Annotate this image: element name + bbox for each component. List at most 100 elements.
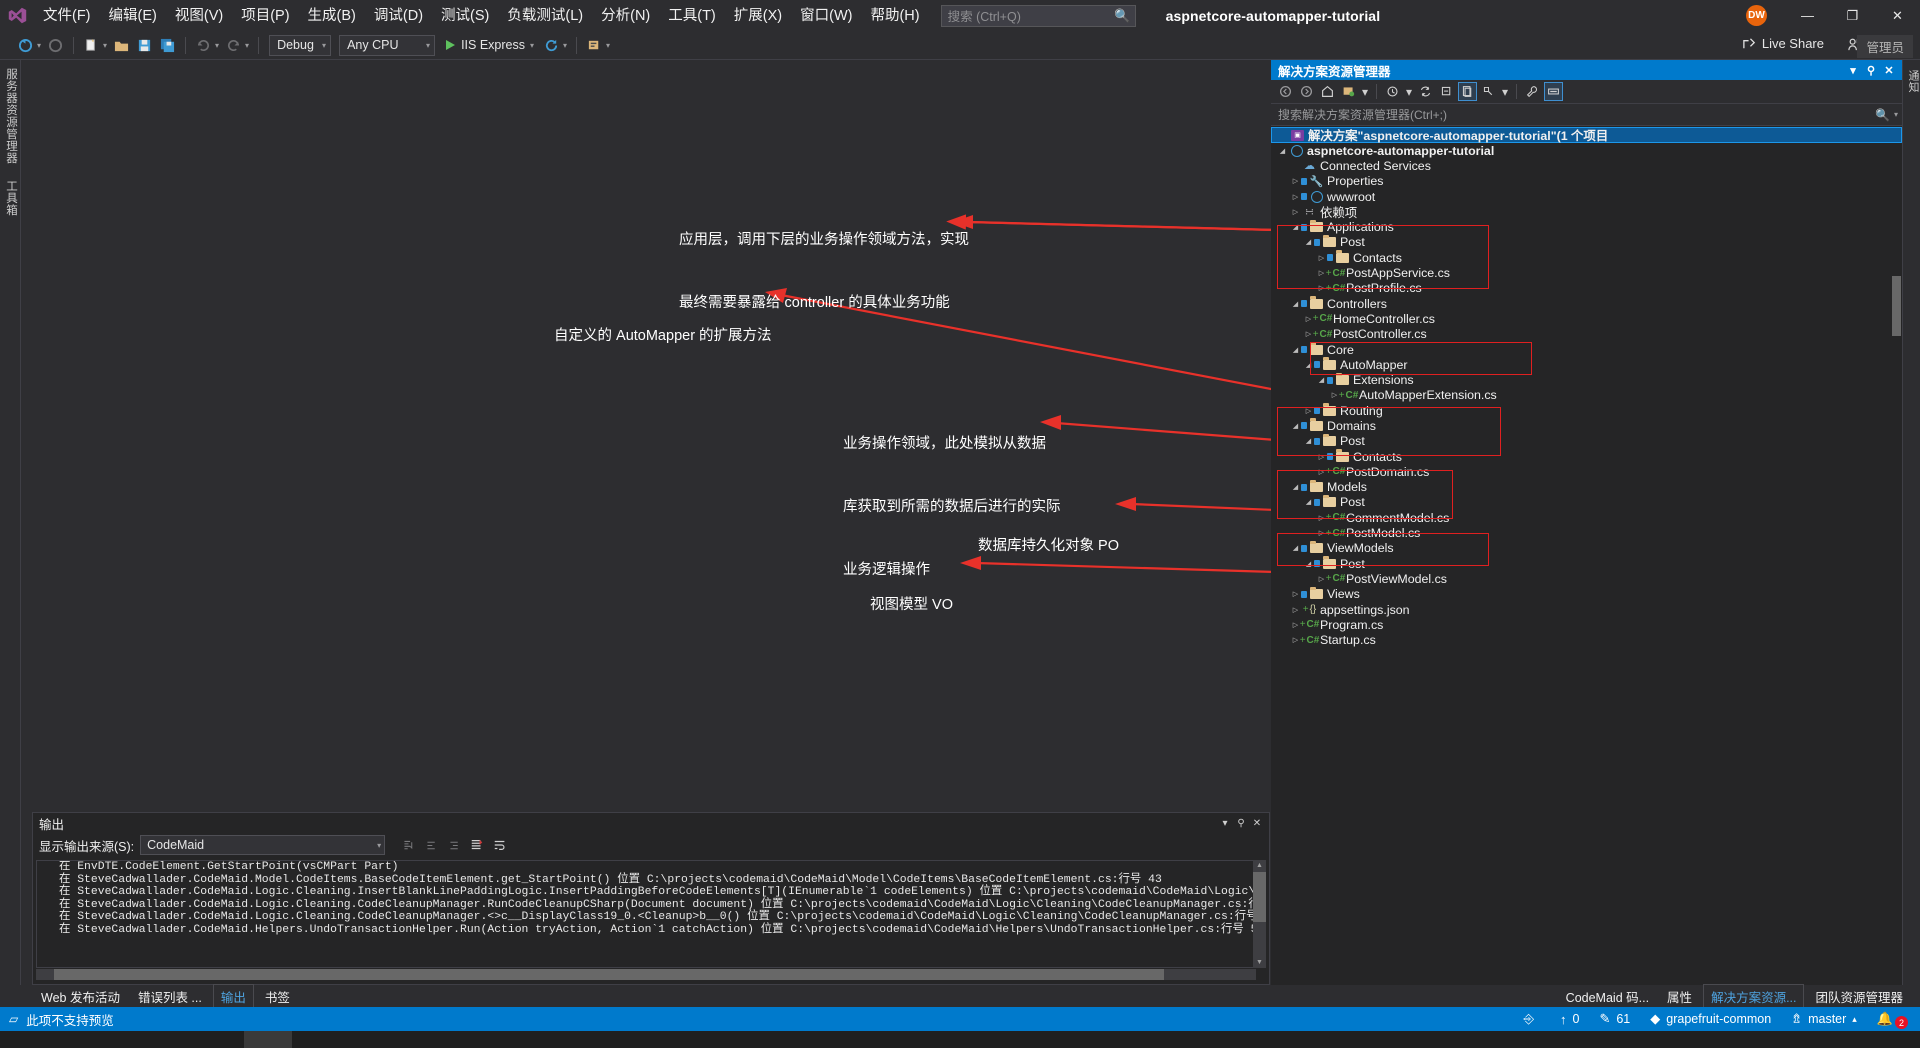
navigate-forward-icon[interactable] <box>46 36 65 55</box>
expander-expand-icon[interactable]: ▷ <box>1316 254 1327 262</box>
expander-expand-icon[interactable]: ▷ <box>1290 177 1301 185</box>
expander-expand-icon[interactable]: ▷ <box>1290 590 1301 598</box>
forward-icon[interactable] <box>1297 82 1316 101</box>
tree-item-contacts[interactable]: ▷ Contacts <box>1271 449 1902 464</box>
tree-item-models[interactable]: ◢ Models <box>1271 479 1902 495</box>
tree-item-routing[interactable]: ▷ Routing <box>1271 403 1902 418</box>
home-icon[interactable] <box>1318 82 1337 101</box>
tree-item--aspnetcore-automapper-tutorial-1-[interactable]: ▣ 解决方案"aspnetcore-automapper-tutorial"(1 … <box>1271 127 1902 143</box>
tree-item-homecontroller.cs[interactable]: ▷ + C# HomeController.cs <box>1271 311 1902 326</box>
expander-collapse-icon[interactable]: ◢ <box>1316 376 1327 384</box>
pending-changes-icon[interactable] <box>1383 82 1402 101</box>
codemaid-icon[interactable] <box>585 36 604 55</box>
menu-test[interactable]: 测试(S) <box>432 2 498 30</box>
switch-views-dropdown-icon[interactable]: ▾ <box>1360 82 1370 101</box>
output-dropdown-icon[interactable]: ▾ <box>1217 818 1233 829</box>
rail-tab-server-explorer[interactable]: 服务器资源管理器 <box>0 60 22 172</box>
output-source-select[interactable]: CodeMaid ▾ <box>140 835 386 855</box>
solution-explorer-tree[interactable]: ▣ 解决方案"aspnetcore-automapper-tutorial"(1 … <box>1271 126 1902 985</box>
output-horizontal-scrollbar[interactable] <box>36 969 1256 980</box>
preview-selected-items-icon[interactable] <box>1544 82 1563 101</box>
tree-item-postcontroller.cs[interactable]: ▷ + C# PostController.cs <box>1271 327 1902 342</box>
expander-collapse-icon[interactable]: ◢ <box>1303 560 1314 568</box>
undo-dropdown-icon[interactable]: ▾ <box>215 41 219 50</box>
redo-icon[interactable] <box>224 36 243 55</box>
tree-item-aspnetcore-automapper-tutorial[interactable]: ◢ aspnetcore-automapper-tutorial <box>1271 143 1902 158</box>
tab-error-list[interactable]: 错误列表 ... <box>131 985 209 1008</box>
save-icon[interactable] <box>135 36 154 55</box>
tree-item-postdomain.cs[interactable]: ▷ + C# PostDomain.cs <box>1271 464 1902 479</box>
tree-item-startup.cs[interactable]: ▷ + C# Startup.cs <box>1271 633 1902 648</box>
new-project-dropdown-icon[interactable]: ▾ <box>103 41 107 50</box>
rail-tab-notifications[interactable]: 通知 <box>1903 60 1920 103</box>
tree-item-wwwroot[interactable]: ▷ wwwroot <box>1271 189 1902 204</box>
expander-collapse-icon[interactable]: ◢ <box>1290 544 1301 552</box>
redo-dropdown-icon[interactable]: ▾ <box>245 41 249 50</box>
tree-item-connected-services[interactable]: ☁ Connected Services <box>1271 158 1902 173</box>
solution-configuration-select[interactable]: Debug ▾ <box>269 34 332 56</box>
menu-debug[interactable]: 调试(D) <box>365 2 432 30</box>
navigate-back-dropdown-icon[interactable]: ▾ <box>37 41 41 50</box>
minimize-button[interactable]: — <box>1785 0 1830 31</box>
tree-item-controllers[interactable]: ◢ Controllers <box>1271 296 1902 311</box>
tree-item-program.cs[interactable]: ▷ + C# Program.cs <box>1271 617 1902 632</box>
status-pending-changes[interactable]: ↑ 0 <box>1560 1012 1579 1027</box>
tab-properties[interactable]: 属性 <box>1660 985 1699 1008</box>
live-share-button[interactable]: Live Share <box>1742 36 1824 51</box>
close-button[interactable]: ✕ <box>1875 0 1920 31</box>
tree-item-postviewmodel.cs[interactable]: ▷ + C# PostViewModel.cs <box>1271 571 1902 586</box>
new-project-icon[interactable] <box>82 36 101 55</box>
output-close-icon[interactable]: ✕ <box>1249 818 1265 829</box>
go-to-next-icon[interactable] <box>444 835 464 855</box>
tree-item-viewmodels[interactable]: ◢ ViewModels <box>1271 540 1902 556</box>
panel-dropdown-icon[interactable]: ▾ <box>1844 64 1862 77</box>
tree-item-extensions[interactable]: ◢ Extensions <box>1271 372 1902 387</box>
clear-output-icon[interactable] <box>467 835 487 855</box>
pin-icon[interactable]: ⚲ <box>1862 64 1880 77</box>
status-source-control[interactable]: ⎆ <box>1524 1011 1540 1027</box>
status-notifications[interactable]: 🔔 2 <box>1877 1009 1908 1029</box>
hot-reload-dropdown-icon[interactable]: ▾ <box>563 41 567 50</box>
start-debug-button[interactable]: IIS Express ▾ <box>446 38 534 52</box>
expander-collapse-icon[interactable]: ◢ <box>1303 498 1314 506</box>
tree-item-post[interactable]: ◢ Post <box>1271 556 1902 571</box>
switch-views-icon[interactable] <box>1339 82 1358 101</box>
expander-expand-icon[interactable]: ▷ <box>1290 606 1301 614</box>
tree-item-post[interactable]: ◢ Post <box>1271 494 1902 510</box>
menu-tools[interactable]: 工具(T) <box>659 2 725 30</box>
refresh-icon[interactable] <box>1416 82 1435 101</box>
find-message-icon[interactable] <box>398 835 418 855</box>
expander-collapse-icon[interactable]: ◢ <box>1290 223 1301 231</box>
go-to-previous-icon[interactable] <box>421 835 441 855</box>
menu-project[interactable]: 项目(P) <box>232 2 298 30</box>
menu-help[interactable]: 帮助(H) <box>861 2 928 30</box>
taskbar-item[interactable] <box>244 1031 292 1048</box>
tree-item-automapperextension.cs[interactable]: ▷ + C# AutoMapperExtension.cs <box>1271 388 1902 403</box>
tab-bookmarks[interactable]: 书签 <box>258 985 297 1008</box>
status-repository[interactable]: ◆ grapefruit-common <box>1650 1011 1771 1027</box>
tree-item-automapper[interactable]: ◢ AutoMapper <box>1271 357 1902 372</box>
collapse-all-icon[interactable] <box>1437 82 1456 101</box>
expander-collapse-icon[interactable]: ◢ <box>1290 346 1301 354</box>
tree-item-postappservice.cs[interactable]: ▷ + C# PostAppService.cs <box>1271 265 1902 280</box>
output-text-area[interactable]: 在 EnvDTE.CodeElement.GetStartPoint(vsCMP… <box>36 860 1256 968</box>
tree-item-views[interactable]: ▷ Views <box>1271 586 1902 602</box>
tree-item-postprofile.cs[interactable]: ▷ + C# PostProfile.cs <box>1271 281 1902 296</box>
tree-item-contacts[interactable]: ▷ Contacts <box>1271 250 1902 265</box>
menu-analyze[interactable]: 分析(N) <box>592 2 659 30</box>
tree-item-post[interactable]: ◢ Post <box>1271 433 1902 449</box>
menu-build[interactable]: 生成(B) <box>299 2 365 30</box>
search-options-dropdown-icon[interactable]: ▾ <box>1894 110 1898 119</box>
expander-collapse-icon[interactable]: ◢ <box>1290 422 1301 430</box>
menu-file[interactable]: 文件(F) <box>34 2 100 30</box>
expander-collapse-icon[interactable]: ◢ <box>1303 361 1314 369</box>
restore-button[interactable]: ❐ <box>1830 0 1875 31</box>
expander-collapse-icon[interactable]: ◢ <box>1290 483 1301 491</box>
tab-codemaid[interactable]: CodeMaid 码... <box>1559 985 1656 1008</box>
tab-team-explorer[interactable]: 团队资源管理器 <box>1808 985 1910 1008</box>
status-branch[interactable]: ⇯ master ▴ <box>1791 1011 1857 1027</box>
expander-expand-icon[interactable]: ▷ <box>1303 407 1314 415</box>
undo-icon[interactable] <box>194 36 213 55</box>
menu-window[interactable]: 窗口(W) <box>791 2 861 30</box>
navigate-back-icon[interactable] <box>16 36 35 55</box>
